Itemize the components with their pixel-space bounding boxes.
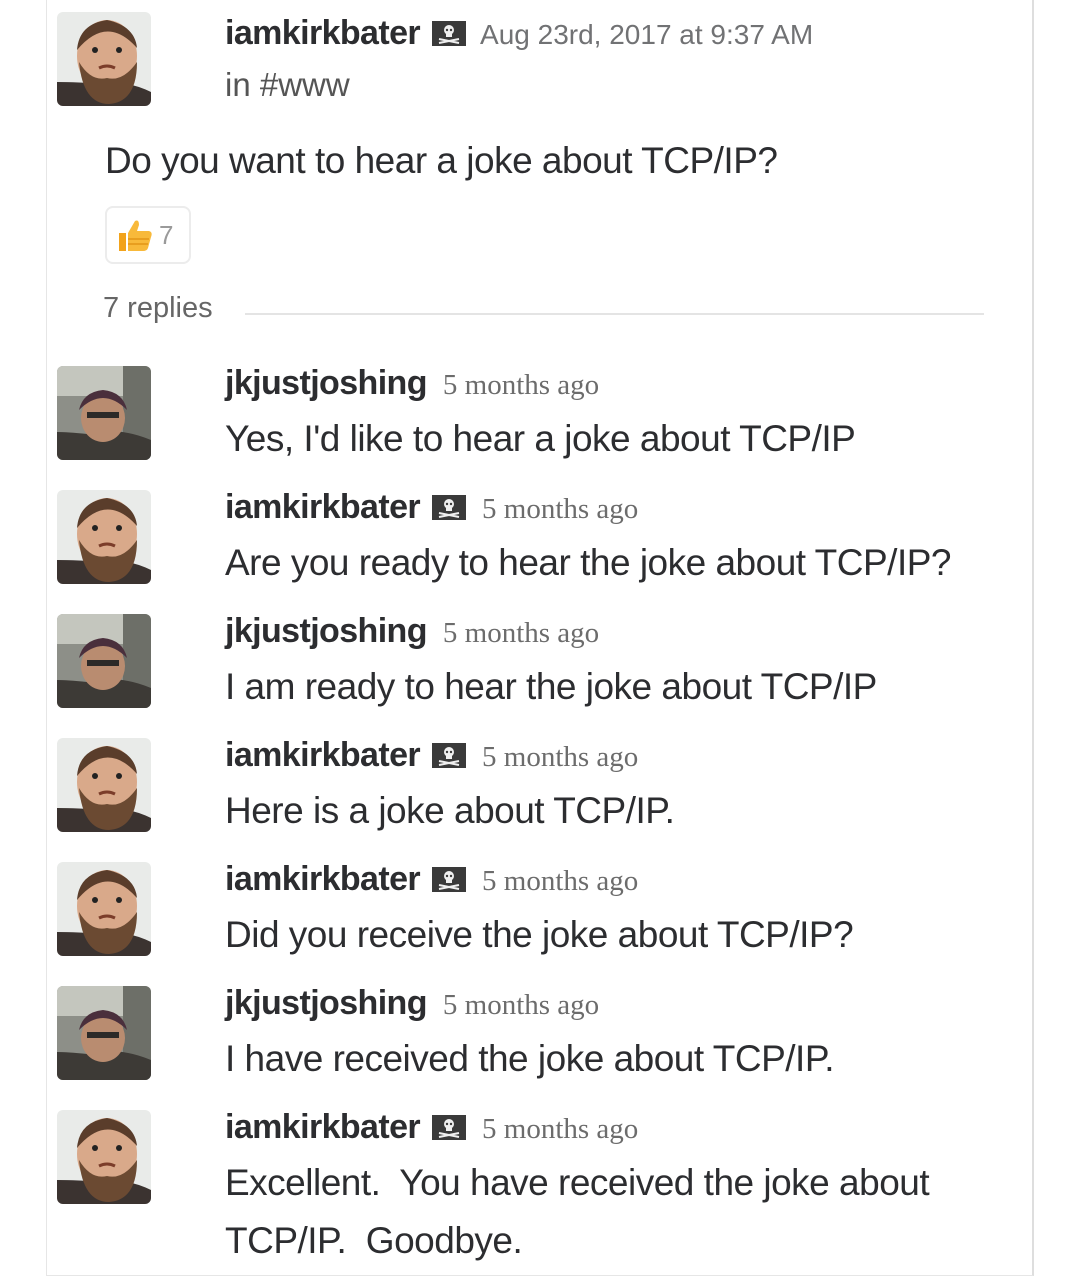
pirate-flag-icon: [432, 867, 466, 892]
pirate-flag-icon: [432, 1115, 466, 1140]
username[interactable]: jkjustjoshing: [225, 364, 427, 403]
message-header: iamkirkbater 5 months ago: [225, 860, 638, 899]
divider: [245, 313, 984, 315]
message-header: jkjustjoshing 5 months ago: [225, 984, 599, 1023]
pirate-flag-icon: [432, 743, 466, 768]
username[interactable]: iamkirkbater: [225, 1108, 421, 1147]
avatar[interactable]: [57, 862, 151, 956]
thumbs-up-icon: [119, 220, 152, 251]
replies-count: 7 replies: [103, 292, 213, 324]
reaction-count: 7: [159, 219, 174, 250]
message-header: iamkirkbater Aug 23rd, 2017 at 9:37 AM: [225, 14, 813, 53]
timestamp[interactable]: 5 months ago: [443, 989, 599, 1022]
avatar[interactable]: [57, 614, 151, 708]
timestamp[interactable]: 5 months ago: [482, 741, 638, 774]
username[interactable]: iamkirkbater: [225, 736, 421, 775]
avatar[interactable]: [57, 1110, 151, 1204]
avatar[interactable]: [57, 738, 151, 832]
message-header: iamkirkbater 5 months ago: [225, 488, 638, 527]
message-text: I have received the joke about TCP/IP.: [225, 1038, 835, 1079]
timestamp[interactable]: 5 months ago: [482, 493, 638, 526]
message-text-line-2: TCP/IP. Goodbye.: [225, 1220, 523, 1261]
reaction-button[interactable]: 7: [105, 206, 191, 264]
username[interactable]: iamkirkbater: [225, 488, 421, 527]
message-text: Are you ready to hear the joke about TCP…: [225, 542, 952, 583]
parent-message-text: Do you want to hear a joke about TCP/IP?: [105, 140, 778, 181]
avatar[interactable]: [57, 986, 151, 1080]
avatar[interactable]: [57, 366, 151, 460]
timestamp[interactable]: 5 months ago: [443, 369, 599, 402]
message-text-line-1: Excellent. You have received the joke ab…: [225, 1162, 930, 1203]
message-header: jkjustjoshing 5 months ago: [225, 612, 599, 651]
message-text: Yes, I'd like to hear a joke about TCP/I…: [225, 418, 856, 459]
username[interactable]: jkjustjoshing: [225, 984, 427, 1023]
message-header: iamkirkbater 5 months ago: [225, 1108, 638, 1147]
channel-link[interactable]: in #www: [225, 66, 350, 104]
message-header: jkjustjoshing 5 months ago: [225, 364, 599, 403]
timestamp[interactable]: 5 months ago: [482, 865, 638, 898]
avatar[interactable]: [57, 490, 151, 584]
avatar[interactable]: [57, 12, 151, 106]
timestamp[interactable]: 5 months ago: [482, 1113, 638, 1146]
message-text: I am ready to hear the joke about TCP/IP: [225, 666, 877, 707]
message-header: iamkirkbater 5 months ago: [225, 736, 638, 775]
message-text: Did you receive the joke about TCP/IP?: [225, 914, 854, 955]
username[interactable]: iamkirkbater: [225, 14, 421, 53]
timestamp[interactable]: Aug 23rd, 2017 at 9:37 AM: [480, 19, 813, 51]
message-text: Here is a joke about TCP/IP.: [225, 790, 675, 831]
pirate-flag-icon: [432, 21, 466, 46]
thread-panel: iamkirkbater Aug 23rd, 2017 at 9:37 AM i…: [46, 0, 1034, 1276]
timestamp[interactable]: 5 months ago: [443, 617, 599, 650]
username[interactable]: jkjustjoshing: [225, 612, 427, 651]
pirate-flag-icon: [432, 495, 466, 520]
username[interactable]: iamkirkbater: [225, 860, 421, 899]
